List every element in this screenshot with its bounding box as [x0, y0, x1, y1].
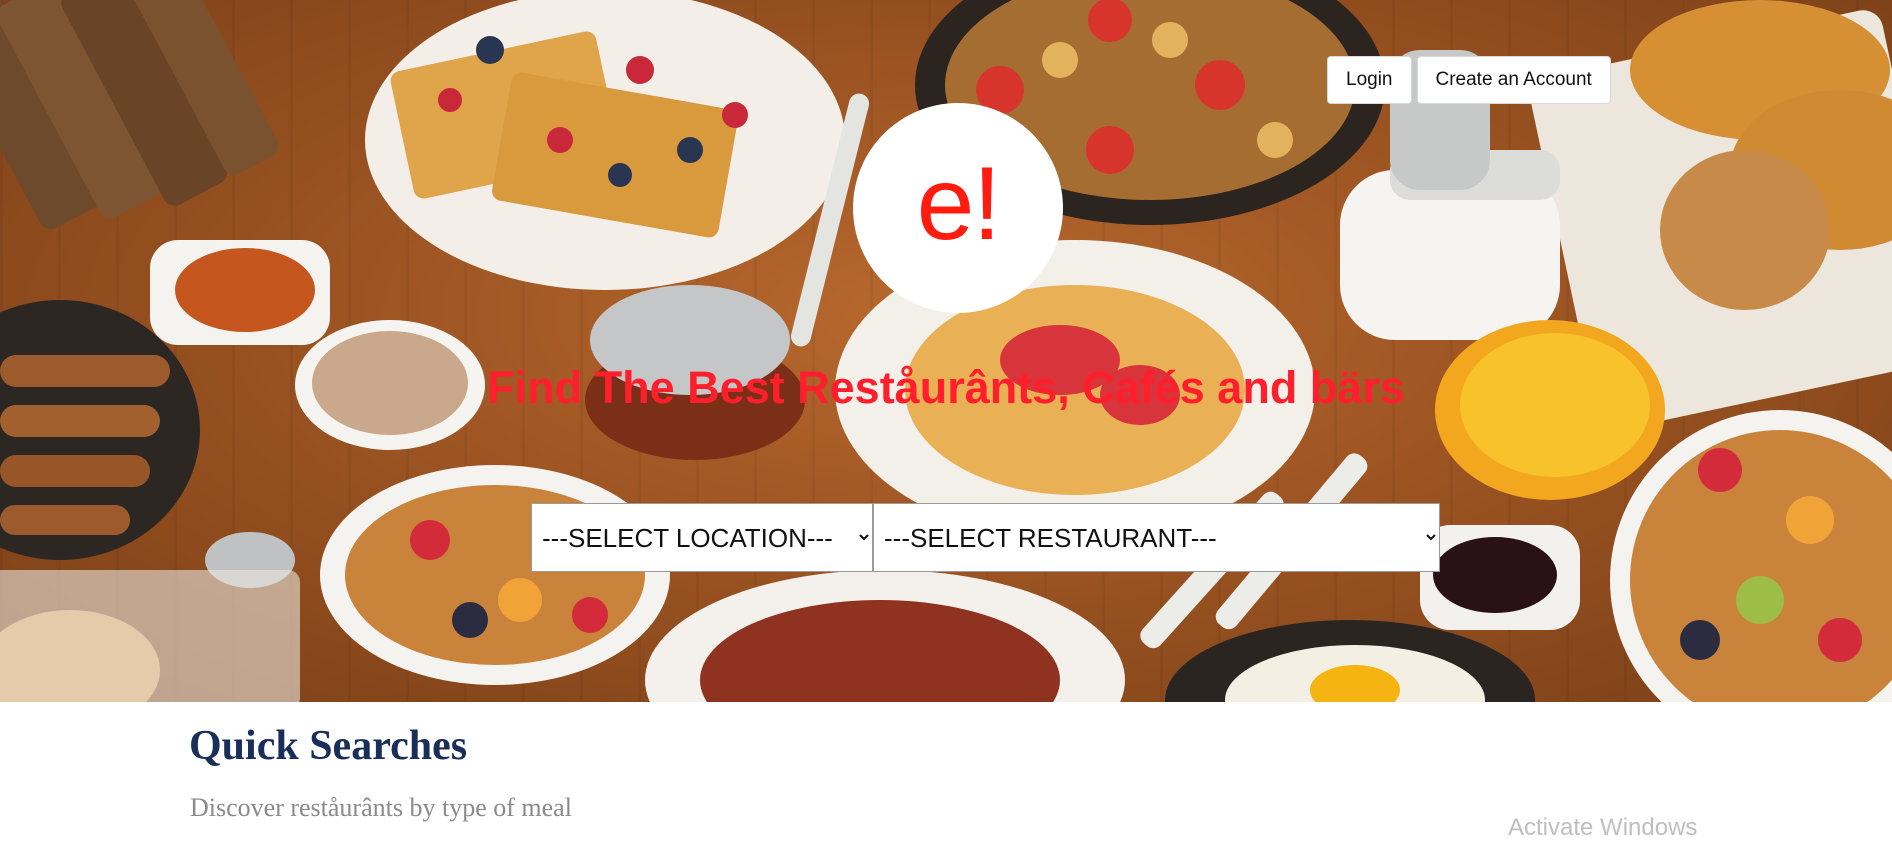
hero-headline: Find The Best Reståurânts, Cafés and bär… [487, 362, 1405, 413]
create-account-button[interactable]: Create an Account [1416, 56, 1611, 104]
quick-searches-title: Quick Searches [189, 723, 468, 769]
brand-logo-text: e! [916, 146, 1002, 262]
activate-windows-watermark: Activate Windows [1508, 814, 1698, 841]
quick-searches-subtitle: Discover reståurânts by type of meal [190, 793, 572, 822]
bacon-plate [645, 570, 1125, 702]
egg-skillet [1165, 620, 1535, 702]
location-select[interactable]: ---SELECT LOCATION--- [531, 503, 873, 572]
hero-banner: Login Create an Account e! Find The Best… [0, 0, 1892, 702]
berry-jam-bowl [1420, 525, 1580, 630]
jam-bowl [150, 240, 330, 345]
waffle-plate [365, 0, 845, 290]
fruit-bowl-left [320, 465, 670, 685]
fruit-bowl-right [1610, 410, 1892, 702]
search-bar: ---SELECT LOCATION--- ---SELECT RESTAURA… [531, 503, 1440, 572]
login-button[interactable]: Login [1327, 56, 1412, 104]
muffin [0, 570, 300, 702]
bread-slices [0, 0, 279, 230]
page: Login Create an Account e! Find The Best… [0, 0, 1892, 841]
brand-logo[interactable]: e! [853, 103, 1063, 313]
auth-actions: Login Create an Account [1327, 56, 1611, 104]
restaurant-select[interactable]: ---SELECT RESTAURANT--- [873, 503, 1440, 572]
